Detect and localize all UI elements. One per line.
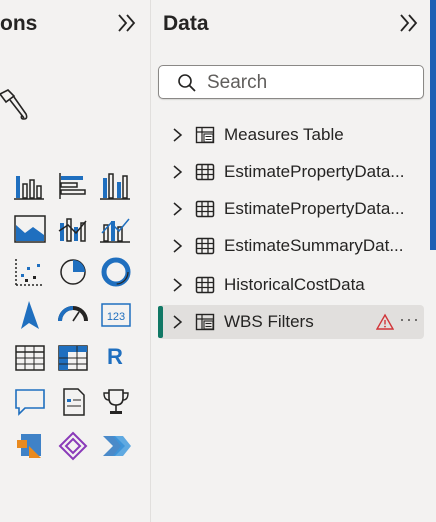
- chevron-right-icon[interactable]: [171, 201, 185, 217]
- table-item-estimate-property-data-2[interactable]: EstimatePropertyData...: [158, 192, 424, 226]
- table-item-label: EstimateSummaryDat...: [224, 236, 404, 255]
- scatter-chart-icon[interactable]: [13, 256, 47, 288]
- matrix-visual-icon[interactable]: [56, 342, 90, 374]
- chevron-right-icon[interactable]: [171, 164, 185, 180]
- r-script-visual-icon[interactable]: R: [99, 342, 133, 374]
- power-automate-flow-icon[interactable]: [99, 430, 133, 462]
- measure-table-icon: [195, 313, 215, 331]
- goals-trophy-icon[interactable]: [99, 386, 133, 418]
- azure-map-icon[interactable]: [13, 299, 47, 331]
- table-item-estimate-summary-data[interactable]: EstimateSummaryDat...: [158, 229, 424, 263]
- pie-chart-icon[interactable]: [56, 256, 90, 288]
- table-item-label: EstimatePropertyData...: [224, 199, 405, 218]
- line-and-stacked-column-chart-icon[interactable]: [56, 213, 90, 245]
- double-chevron-right-icon: [400, 14, 418, 32]
- clustered-bar-chart-icon[interactable]: [56, 170, 90, 202]
- visualizations-pane: ons 123 R: [0, 0, 151, 522]
- search-input[interactable]: [205, 68, 419, 98]
- table-icon: [195, 200, 215, 218]
- power-apps-visual-icon[interactable]: [56, 430, 90, 462]
- pane-edge: [430, 250, 436, 522]
- chevron-right-icon[interactable]: [171, 127, 185, 143]
- data-pane: Data Measures Table EstimatePropertyData…: [151, 0, 430, 522]
- chevron-right-icon[interactable]: [171, 277, 185, 293]
- data-pane-title: Data: [163, 12, 209, 35]
- table-icon: [195, 237, 215, 255]
- donut-chart-icon[interactable]: [99, 256, 133, 288]
- area-chart-icon[interactable]: [13, 213, 47, 245]
- table-item-measures-table[interactable]: Measures Table: [158, 118, 424, 152]
- double-chevron-right-icon: [118, 14, 136, 32]
- table-item-label: HistoricalCostData: [224, 275, 365, 294]
- q-and-a-icon[interactable]: [13, 386, 47, 418]
- card-icon[interactable]: 123: [99, 299, 133, 331]
- clustered-column-chart-icon[interactable]: [99, 170, 133, 202]
- pane-accent-bar: [430, 0, 436, 250]
- selection-indicator: [158, 306, 163, 338]
- measure-table-icon: [195, 126, 215, 144]
- table-item-historical-cost-data[interactable]: HistoricalCostData: [158, 268, 424, 302]
- table-icon: [195, 163, 215, 181]
- table-item-label: Measures Table: [224, 125, 344, 144]
- table-visual-icon[interactable]: [13, 342, 47, 374]
- table-item-estimate-property-data-1[interactable]: EstimatePropertyData...: [158, 155, 424, 189]
- power-automate-visual-icon[interactable]: [13, 430, 47, 462]
- table-icon: [195, 276, 215, 294]
- collapse-data-pane-button[interactable]: [396, 10, 422, 36]
- table-item-label: WBS Filters: [224, 312, 314, 331]
- line-and-clustered-column-chart-icon[interactable]: [99, 213, 133, 245]
- paginated-report-icon[interactable]: [56, 386, 90, 418]
- search-icon: [178, 74, 196, 92]
- visualizations-pane-title: ons: [0, 12, 38, 35]
- chevron-right-icon[interactable]: [171, 238, 185, 254]
- r-letter: R: [107, 344, 123, 369]
- table-item-label: EstimatePropertyData...: [224, 162, 405, 181]
- gauge-icon[interactable]: [56, 299, 90, 331]
- warning-icon[interactable]: [376, 313, 394, 331]
- card-icon-label: 123: [107, 311, 125, 323]
- format-visual-icon[interactable]: [0, 88, 34, 120]
- stacked-column-chart-icon[interactable]: [13, 170, 47, 202]
- table-item-wbs-filters[interactable]: WBS Filters ···: [158, 305, 424, 339]
- search-box[interactable]: [158, 65, 424, 99]
- collapse-visualizations-button[interactable]: [114, 10, 140, 36]
- more-options-button[interactable]: ···: [399, 309, 420, 330]
- chevron-right-icon[interactable]: [171, 314, 185, 330]
